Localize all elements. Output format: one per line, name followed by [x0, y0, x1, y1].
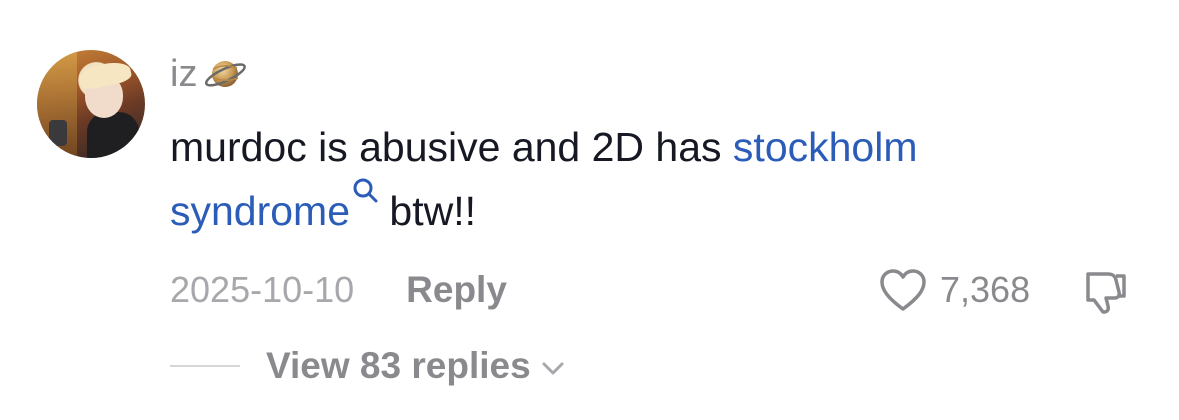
reply-button[interactable]: Reply — [406, 269, 507, 311]
comment-text: murdoc is abusive and 2D has stockholm s… — [170, 117, 1070, 241]
ringed-planet-icon — [205, 61, 247, 87]
view-replies-row[interactable]: View 83 replies — [170, 344, 567, 388]
comment-text-part1: murdoc is abusive and 2D has — [170, 124, 733, 170]
like-count: 7,368 — [940, 269, 1031, 310]
heart-icon[interactable] — [878, 267, 928, 313]
search-icon[interactable] — [352, 177, 378, 203]
chevron-down-icon[interactable] — [539, 359, 567, 379]
avatar[interactable] — [37, 50, 145, 158]
username-row[interactable]: iz — [170, 52, 247, 96]
like-button[interactable]: 7,368 — [878, 266, 1030, 314]
comment-item: iz murdoc is abusive and 2D has stockhol… — [0, 0, 1179, 420]
view-replies-button[interactable]: View 83 replies — [266, 345, 531, 387]
replies-divider — [170, 365, 240, 367]
thumbs-down-icon[interactable] — [1080, 266, 1130, 316]
username[interactable]: iz — [170, 52, 197, 96]
comment-text-part2: btw!! — [378, 188, 476, 234]
timestamp: 2025-10-10 — [170, 269, 355, 310]
comment-meta-row: 2025-10-10 Reply 7,368 — [170, 266, 1140, 314]
